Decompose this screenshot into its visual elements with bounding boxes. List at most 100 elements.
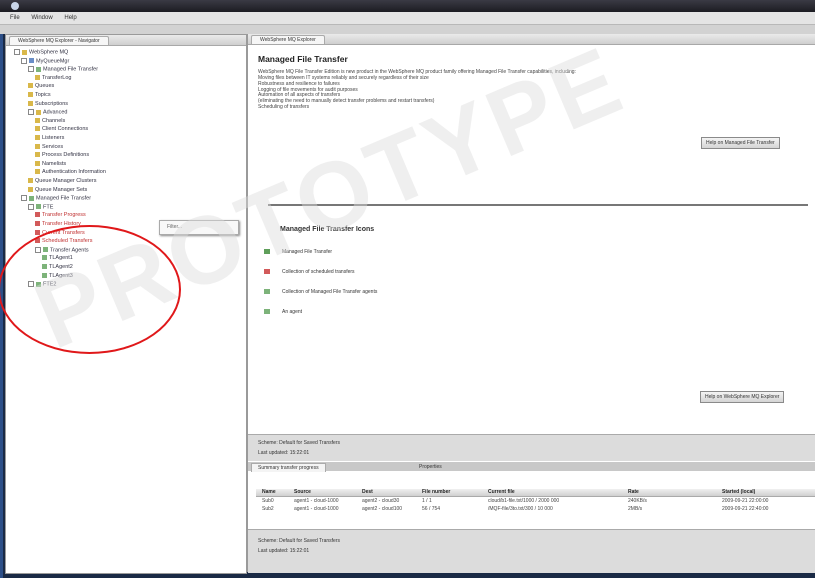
expand-toggle-icon[interactable] <box>21 57 27 64</box>
cell-source: agent1 - cloud-1000 <box>294 498 339 504</box>
tree-node-label: Listeners <box>42 135 65 141</box>
tree-node[interactable]: FTE <box>28 203 54 211</box>
folder-icon <box>35 152 40 158</box>
col-source[interactable]: Source <box>294 489 311 496</box>
tree-node[interactable]: Listeners <box>35 135 64 142</box>
folder-icon <box>28 100 33 106</box>
feature-list: Moving files between IT systems reliably… <box>258 75 434 111</box>
page-title: Managed File Transfer <box>258 54 348 64</box>
tree-node[interactable]: Authentication Information <box>35 169 106 176</box>
help-mft-button[interactable]: Help on Managed File Transfer <box>701 137 780 149</box>
tree-node[interactable]: Advanced <box>28 109 67 116</box>
status-panel-top: Scheme: Default for Saved Transfers Last… <box>248 434 815 461</box>
folder-icon <box>28 178 33 184</box>
expand-toggle-icon[interactable] <box>21 195 27 202</box>
tree-node[interactable]: Queue Manager Sets <box>28 187 87 194</box>
tree-node-label: Managed File Transfer <box>36 195 92 202</box>
cell-rate: 2MB/s <box>628 506 643 512</box>
help-explorer-button[interactable]: Help on WebSphere MQ Explorer <box>700 391 785 403</box>
menu-file[interactable]: File <box>10 12 20 24</box>
feature-item: Scheduling of transfers <box>258 103 310 110</box>
tree-node-label: Subscriptions <box>35 100 69 107</box>
tree-node[interactable]: Queue Manager Clusters <box>28 178 96 185</box>
agent-icon <box>29 195 34 201</box>
icons-section-title: Managed File Transfer Icons <box>280 226 375 233</box>
cell-name: Sub2 <box>262 506 274 512</box>
col-name[interactable]: Name <box>262 489 276 496</box>
tree-node[interactable]: MyQueueMgr <box>21 57 70 65</box>
table-row[interactable]: Sub2 agent1 - cloud-1000 agent2 - cloud1… <box>256 506 815 513</box>
tab-properties[interactable]: Properties <box>413 463 448 471</box>
tree-node[interactable]: Subscriptions <box>28 101 68 108</box>
tree-node-label: MyQueueMgr <box>36 58 70 65</box>
cell-dest: agent2 - cloud100 <box>362 506 403 512</box>
tree-node[interactable]: Namelists <box>35 161 66 168</box>
tab-navigator[interactable]: WebSphere MQ Explorer - Navigator <box>9 36 109 45</box>
tree-node[interactable]: Managed File Transfer <box>21 195 91 202</box>
tree-node[interactable]: Topics <box>28 92 51 99</box>
tree-node-label: FTE <box>43 204 54 211</box>
folder-icon <box>35 117 40 123</box>
folder-icon <box>28 186 33 192</box>
expand-toggle-icon[interactable] <box>14 49 20 55</box>
tree-node[interactable]: Client Connections <box>35 126 88 133</box>
legend-row: Managed File Transfer <box>264 249 332 255</box>
toolbar-area <box>0 25 815 34</box>
navigator-header: WebSphere MQ Explorer - Navigator <box>6 35 246 46</box>
table-row[interactable]: Sub0 agent1 - cloud-1000 agent2 - cloud3… <box>256 498 815 505</box>
folder-icon <box>35 135 40 141</box>
tree-node[interactable]: Managed File Transfer <box>28 66 98 73</box>
col-started[interactable]: Started (local) <box>722 489 755 496</box>
mft-icon <box>264 249 270 255</box>
menu-help[interactable]: Help <box>64 12 76 24</box>
col-rate[interactable]: Rate <box>628 489 639 496</box>
folder-icon <box>22 49 27 55</box>
tree-node[interactable]: WebSphere MQ <box>14 49 68 56</box>
tree-node[interactable]: Queues <box>28 83 54 90</box>
tab-explorer[interactable]: WebSphere MQ Explorer <box>251 35 325 44</box>
tree-node-label: Authentication Information <box>42 169 106 176</box>
legend-row: An agent <box>264 309 302 315</box>
agent-icon <box>36 66 41 72</box>
tree-node-label: Client Connections <box>42 126 89 133</box>
legend-row: Collection of Managed File Transfer agen… <box>264 289 377 295</box>
folder-icon <box>35 74 40 80</box>
tooltip-popup: Filter... <box>159 220 239 235</box>
last-updated-text: Last updated: 15:22:01 <box>258 450 310 456</box>
scheme-text: Scheme: Default for Saved Transfers <box>258 440 340 446</box>
expand-toggle-icon[interactable] <box>28 109 34 116</box>
highlight-circle <box>0 225 181 354</box>
tab-summary[interactable]: Summary transfer progress <box>251 463 326 472</box>
status-panel-bottom: Scheme: Default for Saved Transfers Last… <box>248 529 815 573</box>
cell-file-number: 1 / 1 <box>422 498 432 504</box>
tree-node[interactable]: Transfer Progress <box>35 212 86 219</box>
table-header: Name Source Dest File number Current fil… <box>256 489 815 497</box>
expand-toggle-icon[interactable] <box>28 203 34 210</box>
tree-node-label: Process Definitions <box>42 152 90 159</box>
tree-node-label: Transfer Progress <box>42 212 86 219</box>
tree-node[interactable]: Channels <box>35 118 65 125</box>
bottom-tab-bar: Summary transfer progress Properties <box>248 462 815 472</box>
tree-node[interactable]: Process Definitions <box>35 152 89 159</box>
legend-label: Collection of scheduled transfers <box>282 269 355 275</box>
menu-bar: File Window Help <box>0 12 815 25</box>
content-header: WebSphere MQ Explorer <box>248 34 815 45</box>
tree-node[interactable]: TransferLog <box>35 75 71 82</box>
queue-manager-icon <box>29 58 34 64</box>
cell-file-number: 56 / 754 <box>422 506 441 512</box>
cell-rate: 240KB/s <box>628 498 647 504</box>
folder-icon <box>35 143 40 149</box>
tree-node[interactable]: Services <box>35 144 63 151</box>
col-file-number[interactable]: File number <box>422 489 450 496</box>
last-updated-text: Last updated: 15:22:01 <box>258 548 310 554</box>
folder-icon <box>35 160 40 166</box>
red-status-icon <box>35 212 40 218</box>
expand-toggle-icon[interactable] <box>28 66 34 73</box>
col-dest[interactable]: Dest <box>362 489 373 496</box>
red-status-icon <box>35 221 40 227</box>
col-current-file[interactable]: Current file <box>488 489 515 496</box>
menu-window[interactable]: Window <box>31 12 52 24</box>
legend-label: Collection of Managed File Transfer agen… <box>282 289 378 295</box>
scheme-text: Scheme: Default for Saved Transfers <box>258 538 340 544</box>
folder-icon <box>35 126 40 132</box>
